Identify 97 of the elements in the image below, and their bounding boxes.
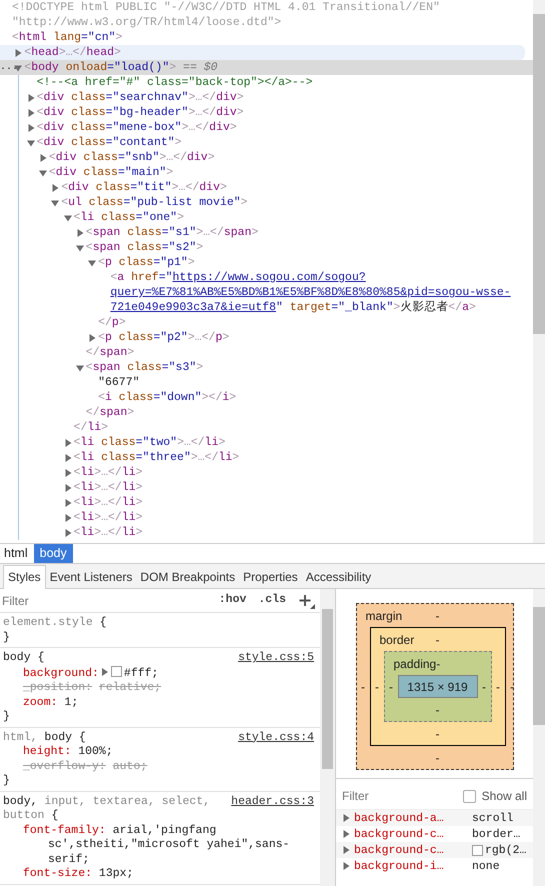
property-name: background-c… xyxy=(354,844,445,856)
property-name: background-a… xyxy=(354,812,445,824)
property-name: background-c… xyxy=(354,828,445,840)
property-value: scroll xyxy=(472,812,514,824)
computed-property-row[interactable]: background-c… rgb(2… xyxy=(336,842,533,858)
scrollbar[interactable] xyxy=(320,589,336,886)
rule-brace: } xyxy=(3,710,11,724)
rule-selector: element.style { xyxy=(3,616,108,630)
content-box: 1315 × 919 xyxy=(398,675,478,698)
caret-right-icon[interactable] xyxy=(64,514,72,522)
dom-tree-row[interactable]: <head>…</head> xyxy=(0,45,525,60)
breadcrumb-item[interactable]: body xyxy=(34,544,73,563)
caret-right-icon[interactable] xyxy=(342,846,350,854)
caret-right-icon[interactable] xyxy=(64,438,72,446)
panel-tab[interactable]: Styles xyxy=(3,565,46,589)
computed-property-row[interactable]: background-c… border… xyxy=(336,826,533,842)
property-value: none xyxy=(472,860,500,872)
caret-down-icon[interactable] xyxy=(51,198,60,206)
caret-right-icon[interactable] xyxy=(64,468,72,476)
scrollbar[interactable] xyxy=(533,0,545,543)
rule-brace: } xyxy=(3,774,11,788)
dom-tree-row[interactable]: <html lang="cn"> xyxy=(0,30,533,45)
caret-right-icon[interactable] xyxy=(14,48,22,56)
box-value: - xyxy=(436,750,440,764)
property-name: background: xyxy=(23,666,99,680)
url-link[interactable]: https://www.sogou.com/sogou? xyxy=(172,271,366,284)
caret-down-icon[interactable] xyxy=(26,138,35,146)
caret-right-icon[interactable] xyxy=(26,124,35,132)
computed-property-row[interactable]: background-a… scroll xyxy=(336,810,533,826)
caret-right-icon[interactable] xyxy=(64,454,72,462)
caret-down-icon[interactable] xyxy=(76,244,84,252)
filter-field[interactable]: Filter xyxy=(342,789,463,803)
box-value: - xyxy=(436,608,440,622)
color-swatch[interactable] xyxy=(472,844,483,856)
source-link[interactable]: style.css:5 xyxy=(238,651,314,666)
source-link[interactable]: header.css:3 xyxy=(231,794,314,824)
caret-right-icon[interactable] xyxy=(76,228,84,236)
caret-down-icon[interactable] xyxy=(88,258,96,266)
caret-down-icon[interactable] xyxy=(64,214,72,222)
new-rule-icon[interactable] xyxy=(298,592,316,608)
property-value: border… xyxy=(472,828,520,840)
more-options-dots[interactable]: ... xyxy=(0,60,18,75)
breadcrumb-item[interactable]: html xyxy=(0,544,32,563)
toggle-button[interactable]: .cls xyxy=(258,593,286,608)
panel-tab[interactable]: DOM Breakpoints xyxy=(136,566,240,588)
style-declaration[interactable]: font-size: 13px; xyxy=(3,867,314,882)
box-value: - xyxy=(509,680,515,694)
filter-field[interactable]: Filter xyxy=(2,594,207,608)
caret-right-icon[interactable] xyxy=(51,184,60,192)
property-value: rgb(2… xyxy=(485,844,526,856)
scrollbar[interactable] xyxy=(533,589,545,886)
panel-tab[interactable]: Event Listeners xyxy=(46,566,136,588)
box-value: - xyxy=(436,656,440,670)
caret-right-icon[interactable] xyxy=(38,154,47,162)
box-value: - xyxy=(481,680,487,694)
url-link[interactable]: 721e049e9903c3a7&ie=utf8 xyxy=(110,301,276,314)
color-swatch[interactable] xyxy=(110,666,122,676)
caret-right-icon[interactable] xyxy=(64,528,72,536)
box-value: - xyxy=(436,632,440,646)
box-value: - xyxy=(495,680,501,694)
box-value: - xyxy=(388,680,394,694)
style-declaration[interactable]: height: 100%; xyxy=(3,745,314,760)
box-label: padding xyxy=(392,656,436,670)
computed-property-row[interactable]: background-i… none xyxy=(336,858,533,874)
rule-selector: html, body { xyxy=(3,730,87,745)
caret-down-icon[interactable] xyxy=(14,64,22,72)
toggle-button[interactable]: :hov xyxy=(218,593,246,608)
caret-right-icon[interactable] xyxy=(88,334,96,342)
box-label: margin xyxy=(364,608,404,622)
style-declaration[interactable]: font-family: arial,'pingfang sc',stheiti,"microsoft yahei",sans-serif; xyxy=(3,824,314,867)
caret-right-icon[interactable] xyxy=(26,94,35,102)
style-declaration[interactable]: zoom: 1; xyxy=(3,696,314,710)
caret-right-icon[interactable] xyxy=(342,814,350,822)
box-value: - xyxy=(436,726,440,740)
caret-down-icon[interactable] xyxy=(38,168,47,176)
box-label: border xyxy=(378,632,416,646)
caret-right-icon[interactable] xyxy=(26,108,35,116)
checkbox[interactable] xyxy=(462,790,476,802)
box-value: - xyxy=(374,680,380,694)
caret-right-icon[interactable] xyxy=(64,484,72,492)
box-value: - xyxy=(436,702,440,716)
property-name: background-i… xyxy=(354,860,445,872)
checkbox-label[interactable]: Show all xyxy=(482,789,527,803)
rule-brace: } xyxy=(3,630,11,645)
caret-down-icon[interactable] xyxy=(76,364,84,372)
panel-tab[interactable]: Accessibility xyxy=(302,566,376,588)
property-value: #fff; xyxy=(124,666,158,680)
source-link[interactable]: style.css:4 xyxy=(238,730,314,745)
caret-right-icon[interactable] xyxy=(100,668,109,676)
caret-right-icon[interactable] xyxy=(342,830,350,838)
caret-right-icon[interactable] xyxy=(342,862,350,870)
url-link[interactable]: query=%E7%81%AB%E5%BD%B1%E5%BF%8D%E8%80%85&pid=sogou-wsse- xyxy=(110,286,511,299)
box-value: - xyxy=(360,680,366,694)
dom-tree-row[interactable]: ... <body onload="load()"> == $0 xyxy=(0,60,533,75)
rule-selector: body { xyxy=(3,651,46,666)
caret-right-icon[interactable] xyxy=(64,498,72,506)
panel-tab[interactable]: Properties xyxy=(239,566,302,588)
